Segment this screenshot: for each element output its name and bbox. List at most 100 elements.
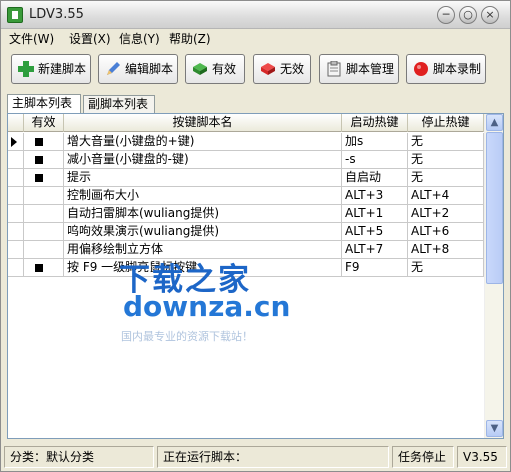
menu-settings[interactable]: 设置(X)	[69, 31, 111, 47]
enabled-cell[interactable]	[24, 259, 64, 277]
stop-hotkey-cell[interactable]: ALT+2	[408, 205, 484, 223]
edit-script-label: 编辑脚本	[125, 62, 174, 76]
enabled-cell[interactable]	[24, 187, 64, 205]
current-row-arrow-icon	[11, 137, 17, 147]
start-hotkey-cell[interactable]: ALT+1	[342, 205, 408, 223]
record-script-button[interactable]: 脚本录制	[406, 54, 486, 84]
edit-script-button[interactable]: 编辑脚本	[98, 54, 178, 84]
header-enabled[interactable]: 有效	[24, 114, 64, 132]
vertical-scrollbar[interactable]: ▲ ▼	[484, 114, 503, 438]
title-bar: LDV3.55 ─ ○ ×	[1, 1, 510, 29]
disable-button[interactable]: 无效	[253, 54, 311, 84]
new-script-button[interactable]: 新建脚本	[11, 54, 91, 84]
start-hotkey-cell[interactable]: ALT+3	[342, 187, 408, 205]
enabled-marker-icon	[35, 156, 43, 164]
row-indicator	[8, 133, 24, 151]
row-indicator	[8, 169, 24, 187]
watermark-subtitle: 国内最专业的资源下载站！	[121, 330, 253, 343]
start-hotkey-cell[interactable]: F9	[342, 259, 408, 277]
edit-icon	[107, 62, 120, 75]
minimize-icon: ─	[442, 8, 450, 21]
enabled-cell[interactable]	[24, 151, 64, 169]
clipboard-icon	[327, 61, 341, 77]
status-version: V3.55	[457, 446, 507, 468]
record-icon	[414, 62, 428, 76]
stop-hotkey-cell[interactable]: ALT+6	[408, 223, 484, 241]
close-icon: ×	[485, 8, 495, 21]
menu-help[interactable]: 帮助(Z)	[169, 31, 211, 47]
status-running-script: 正在运行脚本：	[157, 446, 389, 468]
header-start-hotkey[interactable]: 启动热键	[342, 114, 408, 132]
enabled-cell[interactable]	[24, 169, 64, 187]
start-hotkey-cell[interactable]: 加s	[342, 133, 408, 151]
watermark-url: downza.cn	[123, 290, 291, 323]
chevron-down-icon: ▼	[490, 423, 499, 434]
table-row[interactable]: 增大音量(小键盘的+键) 加s 无	[8, 133, 484, 151]
minimize-button[interactable]: ─	[437, 6, 455, 24]
stop-hotkey-cell[interactable]: ALT+8	[408, 241, 484, 259]
start-hotkey-cell[interactable]: ALT+5	[342, 223, 408, 241]
enabled-cell[interactable]	[24, 205, 64, 223]
enabled-cell[interactable]	[24, 223, 64, 241]
enabled-marker-icon	[35, 174, 43, 182]
red-book-icon	[261, 63, 275, 75]
stop-hotkey-cell[interactable]: ALT+4	[408, 187, 484, 205]
script-name-cell[interactable]: 自动扫雷脚本(wuliang提供)	[64, 205, 342, 223]
restore-button[interactable]: ○	[459, 6, 477, 24]
table-header: 有效 按键脚本名 启动热键 停止热键	[8, 114, 484, 132]
close-button[interactable]: ×	[481, 6, 499, 24]
stop-hotkey-cell[interactable]: 无	[408, 169, 484, 187]
table-row[interactable]: 呜呴效果演示(wuliang提供) ALT+5 ALT+6	[8, 223, 484, 241]
row-indicator	[8, 151, 24, 169]
manage-script-button[interactable]: 脚本管理	[319, 54, 399, 84]
chevron-up-icon: ▲	[490, 117, 499, 128]
script-name-cell[interactable]: 控制画布大小	[64, 187, 342, 205]
script-name-cell[interactable]: 呜呴效果演示(wuliang提供)	[64, 223, 342, 241]
enable-button[interactable]: 有效	[185, 54, 245, 84]
window-title: LDV3.55	[29, 7, 84, 22]
stop-hotkey-cell[interactable]: 无	[408, 133, 484, 151]
table-row[interactable]: 提示 自启动 无	[8, 169, 484, 187]
app-icon	[7, 7, 23, 23]
row-indicator	[8, 241, 24, 259]
start-hotkey-cell[interactable]: ALT+7	[342, 241, 408, 259]
toolbar: 新建脚本 编辑脚本 有效 无效 脚本管理 脚本录制	[1, 50, 510, 90]
watermark: 下载之家 downza.cn 国内最专业的资源下载站！	[101, 254, 301, 349]
manage-script-label: 脚本管理	[346, 62, 395, 76]
scroll-up-button[interactable]: ▲	[486, 114, 503, 131]
disable-label: 无效	[280, 62, 305, 76]
tab-main-scripts[interactable]: 主脚本列表	[7, 94, 81, 113]
script-name-cell[interactable]: 增大音量(小键盘的+键)	[64, 133, 342, 151]
header-script-name[interactable]: 按键脚本名	[64, 114, 342, 132]
stop-hotkey-cell[interactable]: 无	[408, 259, 484, 277]
plus-icon	[18, 61, 34, 77]
header-stop-hotkey[interactable]: 停止热键	[408, 114, 484, 132]
enabled-cell[interactable]	[24, 241, 64, 259]
table-row[interactable]: 自动扫雷脚本(wuliang提供) ALT+1 ALT+2	[8, 205, 484, 223]
menu-file[interactable]: 文件(W)	[9, 31, 54, 47]
tab-sub-scripts[interactable]: 副脚本列表	[83, 95, 155, 113]
row-indicator	[8, 205, 24, 223]
header-indicator	[8, 114, 24, 132]
enabled-marker-icon	[35, 264, 43, 272]
green-book-icon	[193, 63, 207, 75]
script-name-cell[interactable]: 减小音量(小键盘的-键)	[64, 151, 342, 169]
menu-bar: 文件(W) 设置(X) 信息(Y) 帮助(Z)	[1, 29, 510, 49]
row-indicator	[8, 187, 24, 205]
menu-info[interactable]: 信息(Y)	[119, 31, 160, 47]
enabled-marker-icon	[35, 138, 43, 146]
start-hotkey-cell[interactable]: -s	[342, 151, 408, 169]
row-indicator	[8, 259, 24, 277]
table-row[interactable]: 减小音量(小键盘的-键) -s 无	[8, 151, 484, 169]
row-indicator	[8, 223, 24, 241]
status-bar: 分类：默认分类 正在运行脚本： 任务停止 V3.55	[1, 443, 510, 471]
start-hotkey-cell[interactable]: 自启动	[342, 169, 408, 187]
scroll-thumb[interactable]	[486, 132, 503, 284]
table-row[interactable]: 控制画布大小 ALT+3 ALT+4	[8, 187, 484, 205]
script-name-cell[interactable]: 提示	[64, 169, 342, 187]
app-window: LDV3.55 ─ ○ × 文件(W) 设置(X) 信息(Y) 帮助(Z) 新建…	[0, 0, 511, 472]
stop-hotkey-cell[interactable]: 无	[408, 151, 484, 169]
enabled-cell[interactable]	[24, 133, 64, 151]
scroll-down-button[interactable]: ▼	[486, 420, 503, 437]
restore-icon: ○	[463, 8, 473, 21]
